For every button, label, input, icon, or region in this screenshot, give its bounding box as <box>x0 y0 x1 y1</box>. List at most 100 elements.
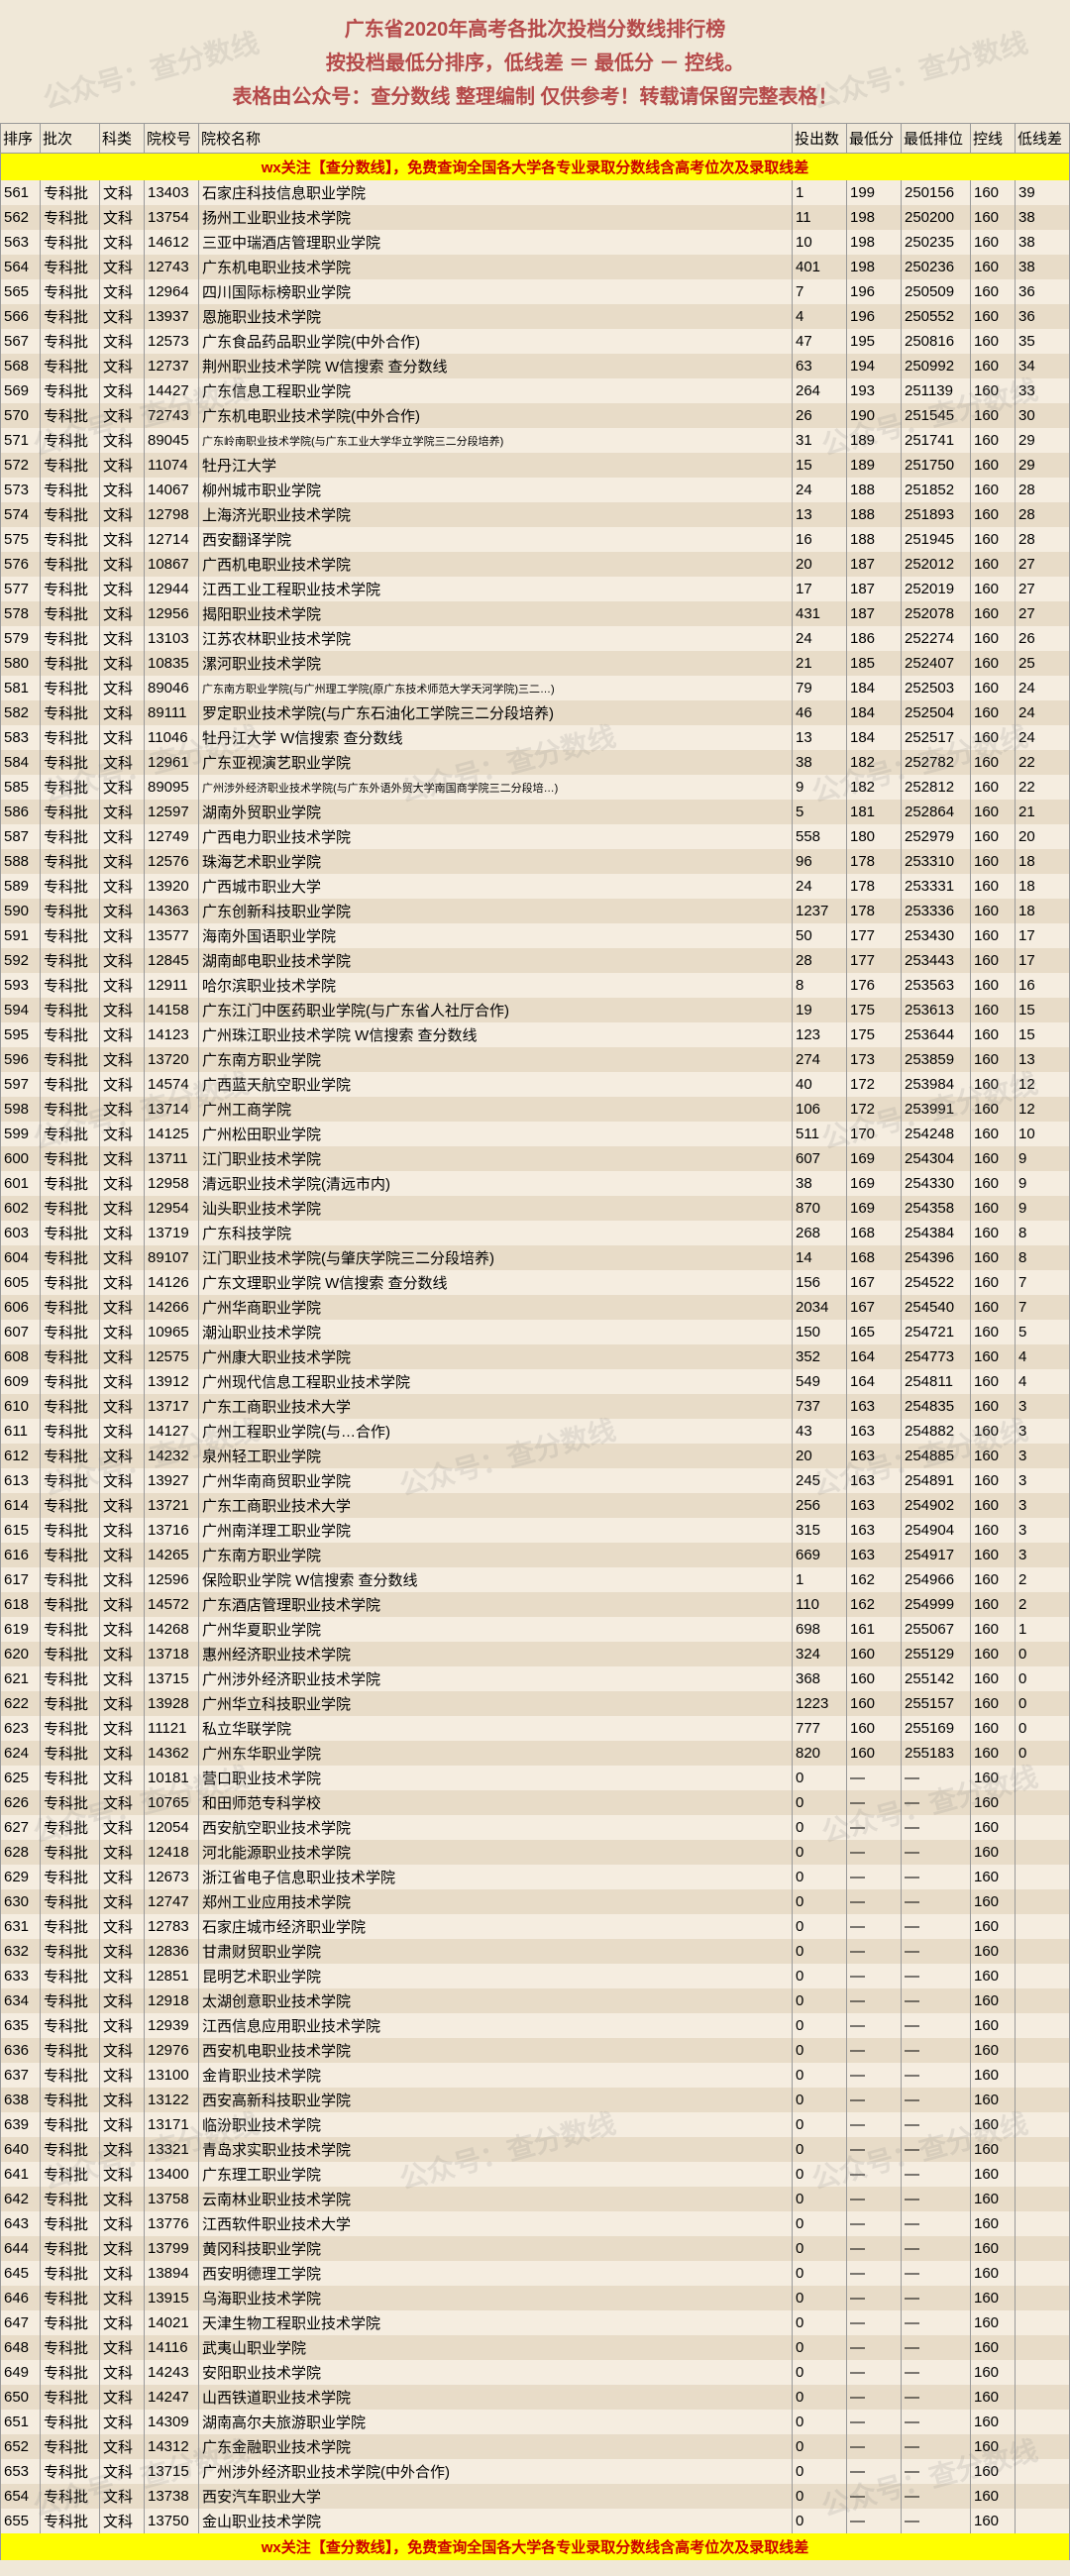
table-cell: 0 <box>793 2286 847 2310</box>
table-cell <box>1016 1964 1070 1988</box>
table-row: 604专科批文科89107江门职业技术学院(与肇庆学院三二分段培养)141682… <box>1 1245 1070 1270</box>
table-cell: 2 <box>1016 1567 1070 1592</box>
table-cell: 160 <box>971 601 1016 626</box>
table-cell: 160 <box>971 2410 1016 2434</box>
table-cell: 专科批 <box>41 1790 100 1815</box>
table-cell: 13912 <box>145 1369 199 1394</box>
table-row: 613专科批文科13927广州华南商贸职业学院2451632548911603 <box>1 1468 1070 1493</box>
table-cell: 27 <box>1016 552 1070 577</box>
table-cell: 592 <box>1 948 41 973</box>
table-cell: 186 <box>847 626 902 651</box>
table-cell: 0 <box>793 2459 847 2484</box>
table-cell: 专科批 <box>41 1146 100 1171</box>
table-cell: 10835 <box>145 651 199 676</box>
table-cell: 专科批 <box>41 775 100 800</box>
table-cell: — <box>847 1939 902 1964</box>
table-row: 594专科批文科14158广东江门中医药职业学院(与广东省人社厅合作)19175… <box>1 998 1070 1022</box>
table-cell: 8 <box>793 973 847 998</box>
table-cell: — <box>902 2410 971 2434</box>
table-cell: 11 <box>793 205 847 230</box>
table-cell: 250200 <box>902 205 971 230</box>
table-cell: — <box>847 2137 902 2162</box>
table-row: 586专科批文科12597湖南外贸职业学院518125286416021 <box>1 800 1070 824</box>
table-cell: 187 <box>847 601 902 626</box>
table-cell: 698 <box>793 1617 847 1642</box>
table-cell: 7 <box>1016 1270 1070 1295</box>
table-cell: 624 <box>1 1741 41 1766</box>
table-cell: 13103 <box>145 626 199 651</box>
table-cell: 182 <box>847 775 902 800</box>
table-cell: 252503 <box>902 676 971 700</box>
table-cell: 文科 <box>100 775 145 800</box>
table-cell: 专科批 <box>41 2038 100 2063</box>
table-cell: 浙江省电子信息职业技术学院 <box>199 1865 793 1889</box>
table-cell: 184 <box>847 700 902 725</box>
table-cell: 24 <box>793 478 847 502</box>
table-cell: 文科 <box>100 651 145 676</box>
table-cell: 160 <box>971 800 1016 824</box>
table-cell: 650 <box>1 2385 41 2410</box>
table-cell: 163 <box>847 1419 902 1444</box>
table-cell: 163 <box>847 1468 902 1493</box>
table-cell: 164 <box>847 1344 902 1369</box>
table-cell: 160 <box>971 502 1016 527</box>
table-cell: 631 <box>1 1914 41 1939</box>
table-cell: 160 <box>971 2236 1016 2261</box>
table-cell: — <box>847 2286 902 2310</box>
header-line1: 广东省2020年高考各批次投档分数线排行榜 <box>0 14 1070 46</box>
table-cell: 保险职业学院 W信搜索 查分数线 <box>199 1567 793 1592</box>
table-cell: 251741 <box>902 428 971 453</box>
table-cell: 0 <box>793 2385 847 2410</box>
table-cell: 252078 <box>902 601 971 626</box>
table-cell: 文科 <box>100 800 145 824</box>
table-cell <box>1016 2410 1070 2434</box>
table-cell: 2 <box>1016 1592 1070 1617</box>
table-cell: 13754 <box>145 205 199 230</box>
table-cell: 96 <box>793 849 847 874</box>
table-cell: — <box>847 2063 902 2088</box>
table-cell: 甘肃财贸职业学院 <box>199 1939 793 1964</box>
table-cell: 11121 <box>145 1716 199 1741</box>
table-cell: 专科批 <box>41 2013 100 2038</box>
table-cell: 169 <box>847 1171 902 1196</box>
table-cell: 1 <box>793 180 847 205</box>
table-cell: 160 <box>971 2211 1016 2236</box>
table-row: 653专科批文科13715广州涉外经济职业技术学院(中外合作)0——160 <box>1 2459 1070 2484</box>
table-cell: 专科批 <box>41 2063 100 2088</box>
table-row: 591专科批文科13577海南外国语职业学院5017725343016017 <box>1 923 1070 948</box>
table-cell: 文科 <box>100 1196 145 1221</box>
table-cell: 专科批 <box>41 230 100 255</box>
table-row: 595专科批文科14123广州珠江职业技术学院 W信搜索 查分数线1231752… <box>1 1022 1070 1047</box>
table-cell: 669 <box>793 1543 847 1567</box>
table-cell: 文科 <box>100 354 145 378</box>
table-row: 655专科批文科13750金山职业技术学院0——160 <box>1 2509 1070 2533</box>
table-cell: 582 <box>1 700 41 725</box>
table-cell: 文科 <box>100 1617 145 1642</box>
table-cell: 专科批 <box>41 923 100 948</box>
table-cell: 文科 <box>100 527 145 552</box>
table-row: 563专科批文科14612三亚中瑞酒店管理职业学院101982502351603… <box>1 230 1070 255</box>
table-row: 626专科批文科10765和田师范专科学校0——160 <box>1 1790 1070 1815</box>
col-diff: 低线差 <box>1016 124 1070 154</box>
table-cell: 110 <box>793 1592 847 1617</box>
table-cell: 广州华立科技职业学院 <box>199 1691 793 1716</box>
table-cell <box>1016 2385 1070 2410</box>
table-cell: 184 <box>847 725 902 750</box>
table-cell: 253443 <box>902 948 971 973</box>
table-cell: 165 <box>847 1320 902 1344</box>
table-cell: 511 <box>793 1122 847 1146</box>
table-cell: 587 <box>1 824 41 849</box>
table-cell: — <box>847 2335 902 2360</box>
table-cell: — <box>847 1766 902 1790</box>
table-cell: 160 <box>971 750 1016 775</box>
table-cell: 10765 <box>145 1790 199 1815</box>
table-cell <box>1016 2088 1070 2112</box>
table-row: 601专科批文科12958清远职业技术学院(清远市内)3816925433016… <box>1 1171 1070 1196</box>
table-cell: 401 <box>793 255 847 279</box>
table-cell: 青岛求实职业技术学院 <box>199 2137 793 2162</box>
table-cell: 广东亚视演艺职业学院 <box>199 750 793 775</box>
table-row: 620专科批文科13718惠州经济职业技术学院3241602551291600 <box>1 1642 1070 1666</box>
table-cell: 654 <box>1 2484 41 2509</box>
table-cell: 10 <box>1016 1122 1070 1146</box>
table-cell: — <box>847 2211 902 2236</box>
